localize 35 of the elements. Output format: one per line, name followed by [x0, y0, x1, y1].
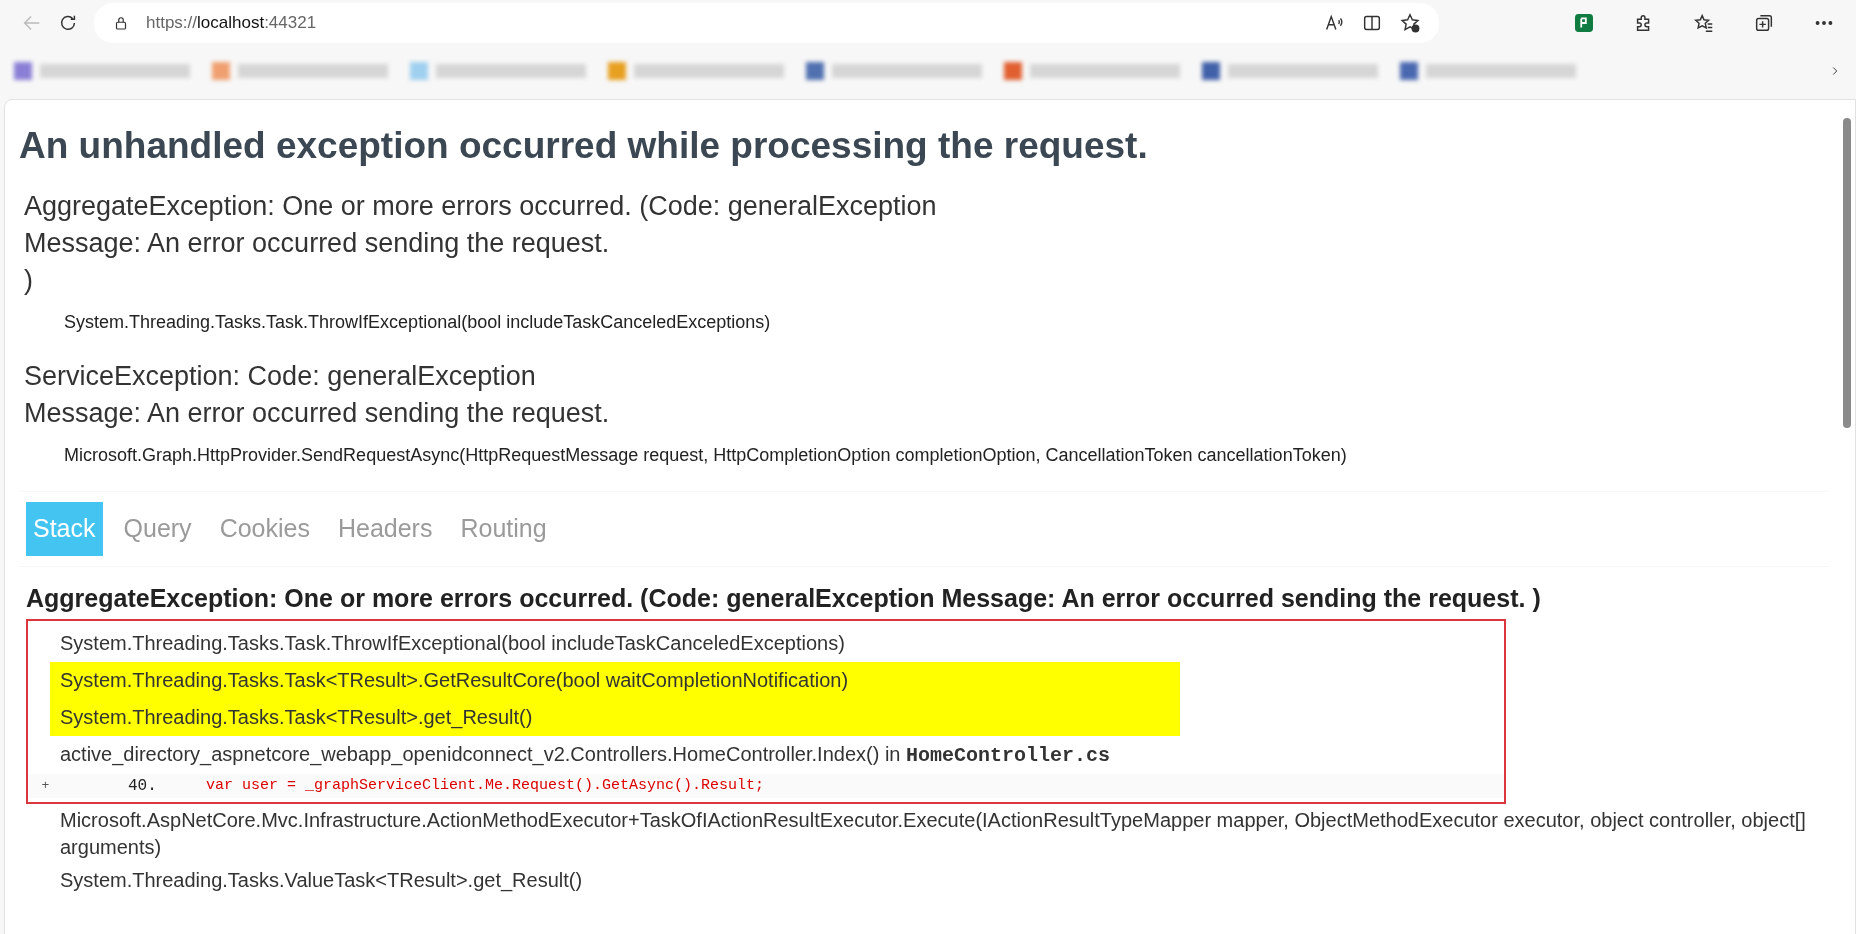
add-favorite-icon[interactable]	[1399, 12, 1421, 34]
collections-icon[interactable]	[1753, 12, 1775, 34]
exception-message: AggregateException: One or more errors occurred. (Code: generalException	[24, 190, 938, 224]
tab[interactable]: Query	[116, 502, 199, 556]
favorites-icon[interactable]	[1693, 12, 1715, 34]
error-title: An unhandled exception occurred while processing the request.	[19, 124, 1149, 168]
exception-heading: AggregateException: One or more errors occurred. (Code: generalException Message: An error occurred sending the request. )	[26, 582, 1542, 613]
exception-message: Message: An error occurred sending the request.	[24, 397, 611, 431]
bookmark-item[interactable]	[1400, 62, 1576, 80]
exception-message: )	[24, 264, 34, 298]
stack-frame: System.Threading.Tasks.Task<TResult>.get_Result()	[50, 698, 1180, 736]
stack-frame: System.Threading.Tasks.Task<TResult>.GetResultCore(bool waitCompletionNotification)	[50, 661, 1180, 699]
tab[interactable]: Routing	[453, 502, 554, 556]
expand-toggle[interactable]: +	[28, 775, 66, 797]
stack-frame: Microsoft.Graph.HttpProvider.SendRequestAsync(HttpRequestMessage request, HttpCompletionOption completionOption, CancellationToken cancellationToken)	[64, 442, 1829, 470]
stack-frame: System.Threading.Tasks.ValueTask<TResult>.get_Result()	[28, 863, 1829, 897]
scrollbar-thumb[interactable]	[1843, 118, 1851, 428]
line-number: 40.	[127, 775, 158, 797]
bookmark-item[interactable]	[806, 62, 982, 80]
stack-frame: System.Threading.Tasks.Task.ThrowIfExceptional(bool includeTaskCanceledExceptions)	[64, 309, 1829, 337]
source-code: var user = _graphServiceClient.Me.Request().GetAsync().Result;	[206, 775, 765, 796]
exception-message: ServiceException: Code: generalException	[24, 360, 537, 394]
url-text: https://localhost:44321	[146, 12, 317, 35]
extension-app-icon[interactable]	[1573, 12, 1595, 34]
bookmark-item[interactable]	[1202, 62, 1378, 80]
tab[interactable]: Cookies	[212, 502, 317, 556]
stack-frame: Microsoft.AspNetCore.Mvc.Infrastructure.ActionMethodExecutor+TaskOfIActionResultExecutor.Execute(IActionResultTypeMapper mapper, ObjectMethodExecutor executor, object controller, object[] arguments)	[28, 803, 1829, 864]
exception-message: Message: An error occurred sending the request.	[24, 227, 611, 261]
stack-frame: active_directory_aspnetcore_webapp_openidconnect_v2.Controllers.HomeController.Index() in HomeController.cs	[28, 735, 1504, 774]
address-bar[interactable]: https://localhost:44321	[94, 3, 1439, 43]
stack-frame: System.Threading.Tasks.Task.ThrowIfExceptional(bool includeTaskCanceledExceptions)	[28, 624, 1504, 662]
bookmark-item[interactable]	[14, 62, 190, 80]
tab[interactable]: Headers	[330, 502, 440, 556]
tab[interactable]: Stack	[26, 502, 103, 556]
bookmark-item[interactable]	[1004, 62, 1180, 80]
